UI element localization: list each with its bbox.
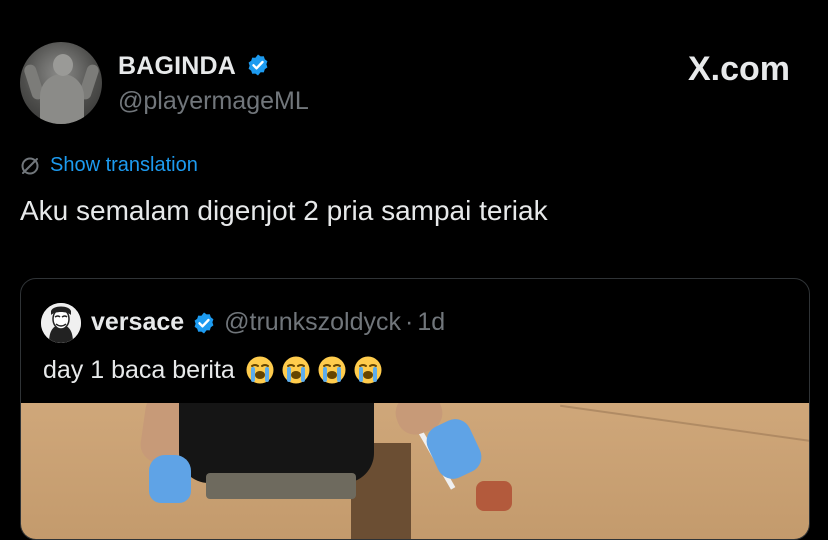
show-translation-link[interactable]: Show translation [20,154,198,177]
loudly-crying-face-icon [354,356,382,384]
translate-slash-icon [21,157,39,174]
author-name[interactable]: BAGINDA [118,52,235,80]
show-translation-label[interactable]: Show translation [50,154,198,177]
quote-author-name[interactable]: versace [91,308,184,337]
quote-separator: · [404,308,414,336]
site-logo: X.com [688,50,790,89]
loudly-crying-face-icon [318,356,346,384]
tweet-text: Aku semalam digenjot 2 pria sampai teria… [20,195,548,226]
site-logo-text: X.com [687,50,790,88]
loudly-crying-face-icon [282,356,310,384]
author-name-row[interactable]: BAGINDA [118,52,270,81]
verified-badge-icon [248,54,268,76]
loudly-crying-face-icon [246,356,274,384]
author-handle[interactable]: @playermageML [118,87,309,116]
verified-badge-icon [194,312,214,333]
quote-author-handle[interactable]: @trunkszoldyck [224,308,401,337]
quote-text-row: day 1 baca berita [43,355,383,385]
quote-media-image[interactable] [21,403,809,539]
quote-timestamp[interactable]: 1d [417,308,445,337]
quote-text: day 1 baca berita [43,355,235,384]
quote-author-avatar[interactable] [41,303,81,343]
author-avatar[interactable] [20,42,102,124]
quoted-tweet-card[interactable]: versace @trunkszoldyck · 1d day 1 baca b… [20,278,810,540]
mask-face-icon [41,303,81,343]
quote-header: versace @trunkszoldyck · 1d [91,308,445,337]
